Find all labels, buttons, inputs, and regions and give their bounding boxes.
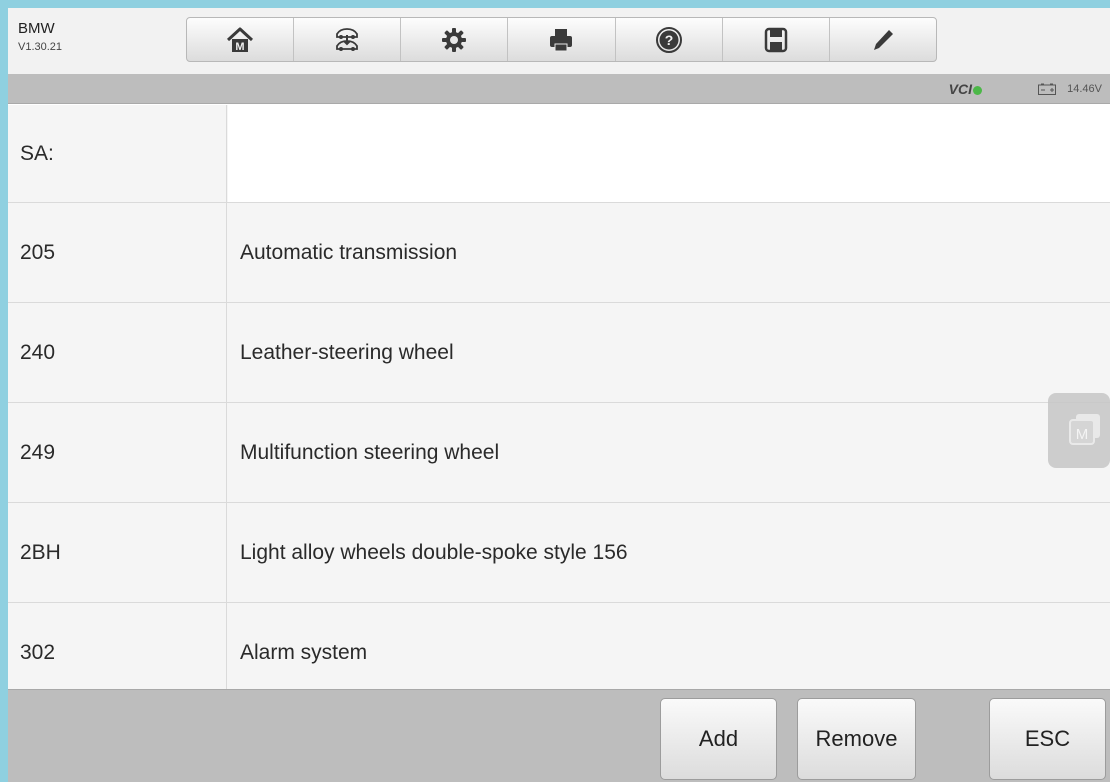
description-cell: Automatic transmission <box>240 240 458 264</box>
vehicle-swap-button[interactable] <box>294 18 402 61</box>
description-cell: Alarm system <box>240 640 368 664</box>
battery-icon <box>1038 83 1056 95</box>
code-cell: 240 <box>8 303 227 402</box>
table-row[interactable]: 205 Automatic transmission <box>8 203 1110 303</box>
table-row[interactable]: SA: <box>8 105 1110 203</box>
print-icon <box>550 28 573 51</box>
vehicle-swap-icon <box>336 27 359 51</box>
description-cell: Leather-steering wheel <box>240 340 454 364</box>
print-button[interactable] <box>508 18 616 61</box>
save-icon <box>764 27 788 52</box>
esc-button[interactable]: ESC <box>989 698 1106 780</box>
vci-indicator: VCI <box>949 81 982 97</box>
settings-button[interactable] <box>401 18 509 61</box>
description-cell: Light alloy wheels double-spoke style 15… <box>240 540 628 564</box>
sa-options-table: SA: 205 Automatic transmission 240 Leath… <box>8 105 1110 689</box>
code-cell: 205 <box>8 203 227 302</box>
home-button[interactable]: M <box>187 18 295 61</box>
vci-connected-icon <box>973 86 982 95</box>
table-row[interactable]: 302 Alarm system <box>8 603 1110 689</box>
code-cell: 302 <box>8 603 227 689</box>
svg-text:M: M <box>1076 426 1089 443</box>
status-bar: VCI 14.46V <box>8 74 1110 104</box>
svg-text:?: ? <box>664 32 673 48</box>
app-name: BMW <box>18 20 55 37</box>
edit-button[interactable] <box>830 18 936 61</box>
code-cell: 249 <box>8 403 227 502</box>
description-cell: Multifunction steering wheel <box>240 440 500 464</box>
add-button[interactable]: Add <box>660 698 777 780</box>
svg-text:M: M <box>235 41 244 53</box>
app-version: V1.30.21 <box>18 41 63 53</box>
app-window: BMW V1.30.21 M ? VCI 14.46V SA: 205 Auto… <box>8 8 1110 782</box>
toolbar: M ? <box>186 17 937 62</box>
voltage-readout: 14.46V <box>1067 83 1102 95</box>
settings-icon <box>442 27 467 52</box>
pen-icon <box>873 29 893 50</box>
table-row[interactable]: 249 Multifunction steering wheel <box>8 403 1110 503</box>
remove-button[interactable]: Remove <box>797 698 916 780</box>
help-icon: ? <box>655 26 682 53</box>
code-cell: SA: <box>8 105 227 202</box>
description-cell <box>228 105 1110 202</box>
table-row[interactable]: 2BH Light alloy wheels double-spoke styl… <box>8 503 1110 603</box>
home-icon: M <box>227 27 254 53</box>
vci-label: VCI <box>948 81 972 97</box>
floating-shortcut-button[interactable]: M <box>1048 393 1110 468</box>
table-row[interactable]: 240 Leather-steering wheel <box>8 303 1110 403</box>
footer-bar: Add Remove ESC <box>8 689 1110 782</box>
save-button[interactable] <box>723 18 830 61</box>
m-window-icon: M <box>1069 413 1100 445</box>
code-cell: 2BH <box>8 503 227 602</box>
help-button[interactable]: ? <box>616 18 723 61</box>
